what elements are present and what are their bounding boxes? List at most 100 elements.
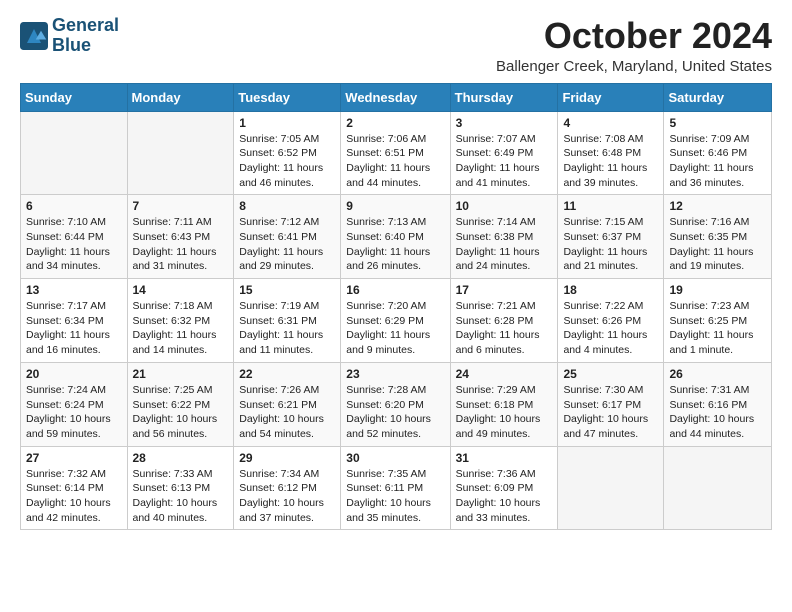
calendar-cell: 30 Sunrise: 7:35 AMSunset: 6:11 PMDayligh… [341, 446, 450, 530]
calendar-cell: 4 Sunrise: 7:08 AMSunset: 6:48 PMDaylight… [558, 111, 664, 195]
calendar-cell: 18 Sunrise: 7:22 AMSunset: 6:26 PMDayligh… [558, 279, 664, 363]
calendar-cell: 1Sunrise: 7:05 AMSunset: 6:52 PMDaylight… [234, 111, 341, 195]
day-number: 16 [346, 283, 444, 297]
day-detail: Sunrise: 7:20 AMSunset: 6:29 PMDaylight:… [346, 299, 444, 358]
day-detail: Sunrise: 7:33 AMSunset: 6:13 PMDaylight:… [133, 467, 229, 526]
calendar-cell: 22 Sunrise: 7:26 AMSunset: 6:21 PMDayligh… [234, 362, 341, 446]
calendar-week-row: 13Sunrise: 7:17 AMSunset: 6:34 PMDayligh… [21, 279, 772, 363]
day-detail: Sunrise: 7:16 AMSunset: 6:35 PMDaylight:… [669, 215, 766, 274]
day-number: 19 [669, 283, 766, 297]
location: Ballenger Creek, Maryland, United States [496, 58, 772, 75]
day-detail: Sunrise: 7:05 AMSunset: 6:52 PMDaylight:… [239, 132, 335, 191]
day-number: 20 [26, 367, 122, 381]
day-detail: Sunrise: 7:30 AMSunset: 6:17 PMDaylight:… [563, 383, 658, 442]
weekday-header: Saturday [664, 83, 772, 111]
logo-line2: Blue [52, 36, 119, 56]
calendar-cell: 10 Sunrise: 7:14 AMSunset: 6:38 PMDayligh… [450, 195, 558, 279]
day-number: 15 [239, 283, 335, 297]
day-number: 13 [26, 283, 122, 297]
day-detail: Sunrise: 7:22 AMSunset: 6:26 PMDaylight:… [563, 299, 658, 358]
day-detail: Sunrise: 7:36 AMSunset: 6:09 PMDaylight:… [456, 467, 553, 526]
day-number: 17 [456, 283, 553, 297]
calendar-cell: 13Sunrise: 7:17 AMSunset: 6:34 PMDayligh… [21, 279, 128, 363]
calendar-cell: 17 Sunrise: 7:21 AMSunset: 6:28 PMDayligh… [450, 279, 558, 363]
calendar-cell [664, 446, 772, 530]
day-number: 11 [563, 199, 658, 213]
day-number: 2 [346, 116, 444, 130]
calendar-cell: 16 Sunrise: 7:20 AMSunset: 6:29 PMDayligh… [341, 279, 450, 363]
calendar-cell: 21 Sunrise: 7:25 AMSunset: 6:22 PMDayligh… [127, 362, 234, 446]
day-number: 22 [239, 367, 335, 381]
calendar-week-row: 1Sunrise: 7:05 AMSunset: 6:52 PMDaylight… [21, 111, 772, 195]
day-detail: Sunrise: 7:18 AMSunset: 6:32 PMDaylight:… [133, 299, 229, 358]
day-detail: Sunrise: 7:19 AMSunset: 6:31 PMDaylight:… [239, 299, 335, 358]
header: General Blue October 2024 Ballenger Cree… [20, 16, 772, 75]
day-number: 4 [563, 116, 658, 130]
page: General Blue October 2024 Ballenger Cree… [0, 0, 792, 546]
day-detail: Sunrise: 7:21 AMSunset: 6:28 PMDaylight:… [456, 299, 553, 358]
calendar-week-row: 6Sunrise: 7:10 AMSunset: 6:44 PMDaylight… [21, 195, 772, 279]
day-detail: Sunrise: 7:08 AMSunset: 6:48 PMDaylight:… [563, 132, 658, 191]
day-number: 30 [346, 451, 444, 465]
day-detail: Sunrise: 7:07 AMSunset: 6:49 PMDaylight:… [456, 132, 553, 191]
day-number: 25 [563, 367, 658, 381]
day-number: 8 [239, 199, 335, 213]
calendar-cell: 24Sunrise: 7:29 AMSunset: 6:18 PMDayligh… [450, 362, 558, 446]
day-number: 29 [239, 451, 335, 465]
calendar-cell: 2 Sunrise: 7:06 AMSunset: 6:51 PMDaylight… [341, 111, 450, 195]
day-detail: Sunrise: 7:15 AMSunset: 6:37 PMDaylight:… [563, 215, 658, 274]
calendar-week-row: 20 Sunrise: 7:24 AMSunset: 6:24 PMDayligh… [21, 362, 772, 446]
day-number: 14 [133, 283, 229, 297]
weekday-header: Wednesday [341, 83, 450, 111]
calendar-cell: 7 Sunrise: 7:11 AMSunset: 6:43 PMDaylight… [127, 195, 234, 279]
day-number: 24 [456, 367, 553, 381]
day-detail: Sunrise: 7:13 AMSunset: 6:40 PMDaylight:… [346, 215, 444, 274]
calendar-table: SundayMondayTuesdayWednesdayThursdayFrid… [20, 83, 772, 531]
calendar-cell: 20 Sunrise: 7:24 AMSunset: 6:24 PMDayligh… [21, 362, 128, 446]
calendar-cell: 3 Sunrise: 7:07 AMSunset: 6:49 PMDaylight… [450, 111, 558, 195]
day-detail: Sunrise: 7:31 AMSunset: 6:16 PMDaylight:… [669, 383, 766, 442]
day-number: 21 [133, 367, 229, 381]
weekday-header: Sunday [21, 83, 128, 111]
day-detail: Sunrise: 7:11 AMSunset: 6:43 PMDaylight:… [133, 215, 229, 274]
weekday-header: Friday [558, 83, 664, 111]
day-number: 7 [133, 199, 229, 213]
calendar-cell: 11 Sunrise: 7:15 AMSunset: 6:37 PMDayligh… [558, 195, 664, 279]
title-block: October 2024 Ballenger Creek, Maryland, … [496, 16, 772, 75]
day-detail: Sunrise: 7:24 AMSunset: 6:24 PMDaylight:… [26, 383, 122, 442]
day-detail: Sunrise: 7:34 AMSunset: 6:12 PMDaylight:… [239, 467, 335, 526]
calendar-cell: 28Sunrise: 7:33 AMSunset: 6:13 PMDayligh… [127, 446, 234, 530]
day-detail: Sunrise: 7:12 AMSunset: 6:41 PMDaylight:… [239, 215, 335, 274]
day-number: 26 [669, 367, 766, 381]
calendar-cell: 26 Sunrise: 7:31 AMSunset: 6:16 PMDayligh… [664, 362, 772, 446]
day-detail: Sunrise: 7:25 AMSunset: 6:22 PMDaylight:… [133, 383, 229, 442]
day-detail: Sunrise: 7:32 AMSunset: 6:14 PMDaylight:… [26, 467, 122, 526]
day-number: 6 [26, 199, 122, 213]
day-detail: Sunrise: 7:35 AMSunset: 6:11 PMDaylight:… [346, 467, 444, 526]
day-number: 3 [456, 116, 553, 130]
calendar-cell [558, 446, 664, 530]
day-detail: Sunrise: 7:14 AMSunset: 6:38 PMDaylight:… [456, 215, 553, 274]
calendar-cell: 29 Sunrise: 7:34 AMSunset: 6:12 PMDayligh… [234, 446, 341, 530]
logo-icon [20, 22, 48, 50]
calendar-cell: 5Sunrise: 7:09 AMSunset: 6:46 PMDaylight… [664, 111, 772, 195]
calendar-cell: 6Sunrise: 7:10 AMSunset: 6:44 PMDaylight… [21, 195, 128, 279]
calendar-cell: 19Sunrise: 7:23 AMSunset: 6:25 PMDayligh… [664, 279, 772, 363]
day-detail: Sunrise: 7:06 AMSunset: 6:51 PMDaylight:… [346, 132, 444, 191]
calendar-cell: 9 Sunrise: 7:13 AMSunset: 6:40 PMDaylight… [341, 195, 450, 279]
day-detail: Sunrise: 7:26 AMSunset: 6:21 PMDaylight:… [239, 383, 335, 442]
logo-text: General Blue [52, 16, 119, 56]
day-number: 10 [456, 199, 553, 213]
day-number: 12 [669, 199, 766, 213]
logo-line1: General [52, 16, 119, 36]
calendar-cell: 8 Sunrise: 7:12 AMSunset: 6:41 PMDaylight… [234, 195, 341, 279]
weekday-header: Tuesday [234, 83, 341, 111]
day-number: 27 [26, 451, 122, 465]
weekday-header: Monday [127, 83, 234, 111]
day-number: 18 [563, 283, 658, 297]
calendar-cell: 23 Sunrise: 7:28 AMSunset: 6:20 PMDayligh… [341, 362, 450, 446]
day-number: 23 [346, 367, 444, 381]
day-detail: Sunrise: 7:28 AMSunset: 6:20 PMDaylight:… [346, 383, 444, 442]
logo: General Blue [20, 16, 119, 56]
day-number: 9 [346, 199, 444, 213]
